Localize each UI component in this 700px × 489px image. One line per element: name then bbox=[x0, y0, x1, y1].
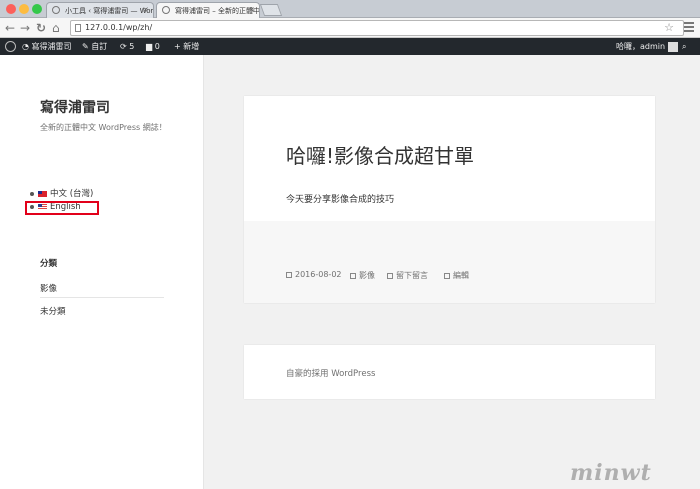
reload-icon[interactable]: ↻ bbox=[36, 20, 46, 36]
post-meta-footer: 2016-08-02 影像 留下留言 編輯 bbox=[244, 221, 655, 303]
wordpress-logo-icon[interactable] bbox=[5, 41, 16, 52]
bookmark-star-icon[interactable]: ☆ bbox=[664, 20, 674, 36]
forward-arrow-icon[interactable]: → bbox=[20, 20, 30, 36]
admin-bar-comments[interactable]: ▆ 0 bbox=[146, 38, 160, 55]
dashboard-icon: ◔ bbox=[22, 42, 29, 51]
updates-icon: ⟳ bbox=[120, 42, 127, 51]
brush-icon: ✎ bbox=[82, 42, 89, 51]
page-icon bbox=[75, 24, 81, 32]
bullet bbox=[30, 191, 34, 196]
tab-title: 小工具 ‹ 寫得浦雷司 — Word… bbox=[65, 7, 154, 15]
address-bar[interactable]: 127.0.0.1/wp/zh/ bbox=[70, 20, 684, 36]
site-description: 全新的正體中文 WordPress 網誌！ bbox=[40, 123, 167, 132]
browser-tab-strip: 小工具 ‹ 寫得浦雷司 — Word… × 寫得浦雷司 – 全新的正體中文… × bbox=[0, 0, 700, 18]
close-window-button[interactable] bbox=[6, 4, 16, 14]
calendar-icon bbox=[286, 271, 292, 278]
browser-menu-icon[interactable] bbox=[684, 22, 694, 34]
browser-toolbar: ← → ↻ ⌂ 127.0.0.1/wp/zh/ ☆ bbox=[0, 18, 700, 38]
category-link-image[interactable]: 影像 bbox=[40, 282, 57, 294]
sidebar: 寫得浦雷司 全新的正體中文 WordPress 網誌！ 中文 (台灣) Engl… bbox=[0, 55, 204, 489]
wordpress-favicon-icon bbox=[52, 6, 60, 14]
minimize-window-button[interactable] bbox=[19, 4, 29, 14]
post-card: 哈囉!影像合成超甘單 今天要分享影像合成的技巧 2016-08-02 影像 留下… bbox=[244, 96, 655, 303]
category-link-uncategorized[interactable]: 未分類 bbox=[40, 305, 66, 317]
post-title[interactable]: 哈囉!影像合成超甘單 bbox=[286, 140, 474, 169]
site-footer: 自豪的採用 WordPress bbox=[244, 345, 655, 399]
folder-icon bbox=[350, 272, 356, 279]
post-date[interactable]: 2016-08-02 bbox=[286, 270, 342, 279]
post-category[interactable]: 影像 bbox=[350, 270, 375, 281]
comment-icon bbox=[387, 272, 393, 279]
admin-bar-customize[interactable]: ✎ 自訂 bbox=[82, 38, 107, 55]
home-icon[interactable]: ⌂ bbox=[52, 20, 60, 36]
admin-bar-account[interactable]: 哈囉，admin bbox=[616, 38, 679, 55]
site-title[interactable]: 寫得浦雷司 bbox=[40, 97, 110, 117]
categories-widget-title: 分類 bbox=[40, 259, 58, 269]
tab-title: 寫得浦雷司 – 全新的正體中文… bbox=[175, 7, 260, 15]
powered-by-link[interactable]: 自豪的採用 WordPress bbox=[286, 367, 375, 379]
admin-bar-site-name[interactable]: ◔ 寫得浦雷司 bbox=[22, 38, 72, 55]
comment-icon: ▆ bbox=[146, 42, 153, 51]
browser-tab-widgets[interactable]: 小工具 ‹ 寫得浦雷司 — Word… × bbox=[46, 2, 154, 18]
close-tab-icon[interactable]: × bbox=[248, 5, 255, 14]
back-arrow-icon[interactable]: ← bbox=[5, 20, 15, 36]
post-comment-link[interactable]: 留下留言 bbox=[387, 270, 428, 281]
browser-tab-home[interactable]: 寫得浦雷司 – 全新的正體中文… × bbox=[156, 2, 260, 18]
close-tab-icon[interactable]: × bbox=[142, 5, 149, 14]
post-body: 今天要分享影像合成的技巧 bbox=[286, 195, 395, 205]
admin-bar-updates[interactable]: ⟳ 5 bbox=[120, 38, 134, 55]
avatar bbox=[668, 41, 679, 52]
url-text: 127.0.0.1/wp/zh/ bbox=[85, 23, 153, 32]
post-edit-link[interactable]: 編輯 bbox=[444, 270, 469, 281]
plus-icon: + bbox=[174, 42, 181, 51]
wordpress-favicon-icon bbox=[162, 6, 170, 14]
wp-admin-bar: ◔ 寫得浦雷司 ✎ 自訂 ⟳ 5 ▆ 0 + 新增 哈囉，admin ⌕ bbox=[0, 38, 700, 55]
highlight-annotation-box bbox=[25, 201, 99, 215]
divider bbox=[40, 297, 164, 298]
admin-bar-new[interactable]: + 新增 bbox=[174, 38, 199, 55]
language-item-zh-tw[interactable]: 中文 (台灣) bbox=[30, 187, 93, 199]
watermark: minwt bbox=[570, 460, 652, 486]
tw-flag-icon bbox=[38, 190, 47, 197]
admin-bar-search-icon[interactable]: ⌕ bbox=[682, 38, 686, 55]
new-tab-button[interactable] bbox=[259, 4, 283, 16]
pencil-icon bbox=[444, 272, 450, 279]
zoom-window-button[interactable] bbox=[32, 4, 42, 14]
